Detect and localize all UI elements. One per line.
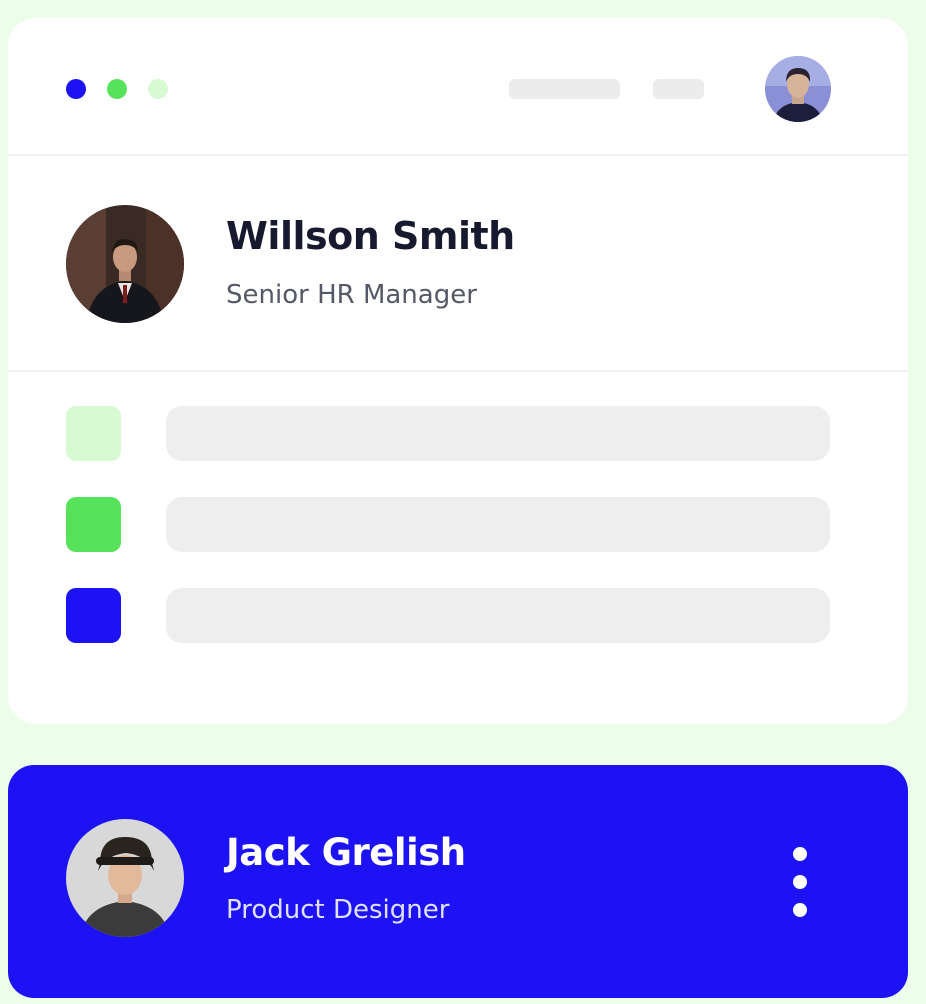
profile-card: Willson Smith Senior HR Manager — [8, 18, 908, 724]
list-marker-light-green[interactable] — [66, 406, 121, 461]
list-item-2[interactable] — [166, 497, 830, 552]
profile-avatar[interactable] — [66, 205, 184, 323]
selected-profile-name: Jack Grelish — [226, 831, 466, 874]
user-avatar[interactable] — [765, 56, 831, 122]
nav-placeholder-1[interactable] — [509, 79, 620, 99]
card-header — [8, 18, 908, 156]
more-vertical-icon[interactable] — [790, 847, 810, 917]
window-dot-blue[interactable] — [66, 79, 86, 99]
list-item-1[interactable] — [166, 406, 830, 461]
list-marker-blue[interactable] — [66, 588, 121, 643]
selected-profile-role: Product Designer — [226, 895, 450, 925]
nav-placeholder-2[interactable] — [653, 79, 704, 99]
profile-role: Senior HR Manager — [226, 280, 477, 310]
list-item-3[interactable] — [166, 588, 830, 643]
window-dot-green[interactable] — [107, 79, 127, 99]
window-dot-light-green[interactable] — [148, 79, 168, 99]
profile-name: Willson Smith — [226, 214, 515, 258]
profile-section: Willson Smith Senior HR Manager — [8, 156, 908, 372]
selected-profile-avatar[interactable] — [66, 819, 184, 937]
selected-profile-card[interactable]: Jack Grelish Product Designer — [8, 765, 908, 998]
list-marker-green[interactable] — [66, 497, 121, 552]
